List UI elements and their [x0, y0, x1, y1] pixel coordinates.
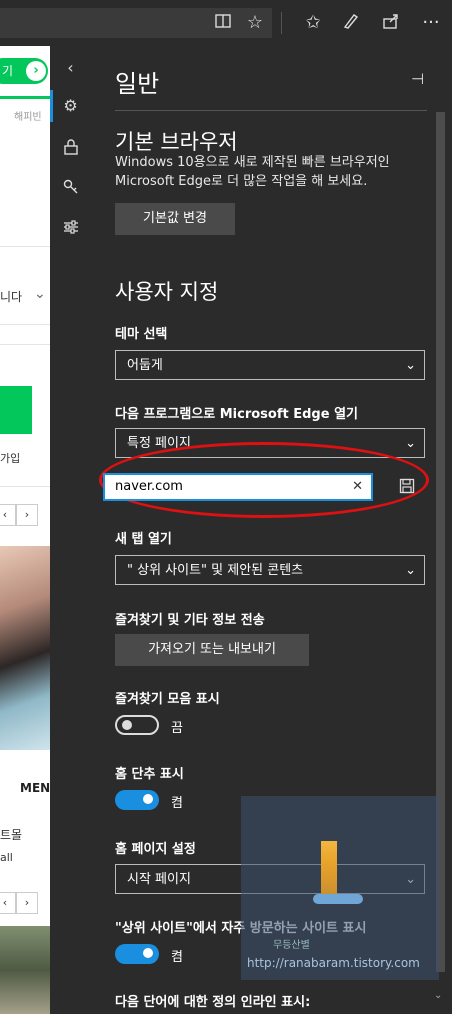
save-icon[interactable]: [399, 478, 415, 494]
next-arrow-icon[interactable]: ›: [16, 504, 38, 526]
favorites-hub-icon[interactable]: ✩: [302, 12, 324, 34]
browser-toolbar: ☆ ✩ ···: [0, 0, 452, 46]
divider: [0, 344, 50, 345]
divider: [0, 486, 50, 487]
men-tab[interactable]: MEN: [20, 781, 50, 795]
back-icon[interactable]: ‹: [50, 50, 91, 86]
toggle-knob: [122, 720, 132, 730]
change-default-button[interactable]: 기본값 변경: [115, 203, 235, 235]
home-button-state: 켬: [171, 796, 183, 811]
chevron-down-icon[interactable]: ⌄: [34, 286, 46, 302]
import-export-button[interactable]: 가져오기 또는 내보내기: [115, 634, 309, 666]
home-page-value: 시작 페이지: [127, 872, 191, 887]
home-page-label: 홈 페이지 설정: [115, 842, 196, 857]
mall-text: all: [0, 851, 13, 864]
webpage-content: 기 › 해피빈 니다 ⌄ 가입 ‹ › MEN 트몰 all ‹ ›: [0, 46, 50, 1014]
chevron-down-icon: ⌄: [405, 563, 416, 578]
lighthouse-logo: [321, 841, 337, 896]
product-photo[interactable]: [0, 926, 50, 1014]
top-sites-toggle[interactable]: [115, 944, 159, 964]
divider: [0, 246, 50, 247]
settings-rail: ‹ ⚙: [50, 46, 91, 1014]
pen-icon[interactable]: [340, 12, 362, 36]
key-icon[interactable]: [50, 168, 91, 204]
default-browser-heading: 기본 브라우저: [115, 130, 238, 154]
prev-arrow-icon[interactable]: ‹: [0, 504, 16, 526]
green-pill-button[interactable]: 기 ›: [0, 58, 48, 84]
url-value: naver.com: [115, 479, 183, 494]
sliders-icon[interactable]: [50, 208, 91, 244]
top-sites-state: 켬: [171, 950, 183, 965]
chevron-down-icon: ⌄: [405, 358, 416, 373]
toolbar-divider: [281, 12, 282, 34]
clear-icon[interactable]: ✕: [352, 475, 363, 499]
new-tab-label: 새 탭 열기: [115, 532, 172, 547]
open-with-label: 다음 프로그램으로 Microsoft Edge 열기: [115, 407, 358, 422]
dropdown-text: 니다: [0, 290, 23, 304]
theme-value: 어둡게: [127, 358, 163, 373]
new-tab-select[interactable]: " 상위 사이트" 및 제안된 콘텐츠 ⌄: [115, 555, 425, 585]
green-underline: [0, 96, 50, 99]
new-tab-value: " 상위 사이트" 및 제안된 콘텐츠: [127, 563, 304, 578]
title-divider: [115, 110, 427, 111]
pin-icon[interactable]: ⊣: [411, 70, 424, 88]
watermark-url: http://ranabaram.tistory.com: [247, 956, 420, 970]
divider: [0, 324, 50, 325]
settings-gear-icon[interactable]: ⚙: [50, 88, 91, 124]
more-icon[interactable]: ···: [420, 12, 442, 34]
reading-view-icon[interactable]: [212, 12, 234, 36]
customize-heading: 사용자 지정: [115, 280, 219, 304]
join-link[interactable]: 가입: [0, 450, 20, 466]
scroll-down-icon[interactable]: ⌄: [434, 990, 442, 1001]
shopping-text: 트몰: [0, 828, 23, 842]
home-button-label: 홈 단추 표시: [115, 767, 184, 782]
favorites-bar-label: 즐겨찾기 모음 표시: [115, 692, 220, 707]
star-icon[interactable]: ☆: [244, 12, 266, 34]
lighthouse-base: [313, 894, 363, 904]
url-input[interactable]: naver.com ✕: [103, 473, 373, 501]
news-photo[interactable]: [0, 546, 50, 750]
settings-panel: 일반 ⊣ 기본 브라우저 Windows 10용으로 새로 제작된 빠른 브라우…: [91, 46, 452, 1014]
happybean-link[interactable]: 해피빈: [14, 108, 42, 123]
watermark-title: 무등산별: [273, 940, 310, 951]
chevron-down-icon: ⌄: [405, 436, 416, 451]
default-browser-description: Windows 10용으로 새로 제작된 빠른 브라우저인 Microsoft …: [115, 155, 390, 189]
theme-label: 테마 선택: [115, 327, 168, 342]
favorites-transfer-label: 즐겨찾기 및 기타 정보 전송: [115, 613, 265, 628]
webpage-header: 기 ›: [0, 46, 50, 96]
share-icon[interactable]: [380, 12, 402, 36]
favorites-bar-toggle[interactable]: [115, 715, 159, 735]
lock-icon[interactable]: [50, 128, 91, 164]
toggle-knob: [143, 794, 153, 804]
page-title: 일반: [115, 70, 160, 98]
next-arrow-icon[interactable]: ›: [16, 892, 38, 914]
pill-label: 기: [2, 64, 14, 78]
home-button-toggle[interactable]: [115, 790, 159, 810]
login-button[interactable]: [0, 386, 32, 434]
chevron-right-icon: ›: [26, 61, 46, 81]
prev-arrow-icon[interactable]: ‹: [0, 892, 16, 914]
toggle-knob: [143, 948, 153, 958]
blog-watermark: 무등산별 http://ranabaram.tistory.com: [241, 796, 439, 980]
theme-select[interactable]: 어둡게 ⌄: [115, 350, 425, 380]
favorites-bar-state: 끔: [171, 721, 183, 736]
inline-definition-label: 다음 단어에 대한 정의 인라인 표시:: [115, 995, 311, 1010]
